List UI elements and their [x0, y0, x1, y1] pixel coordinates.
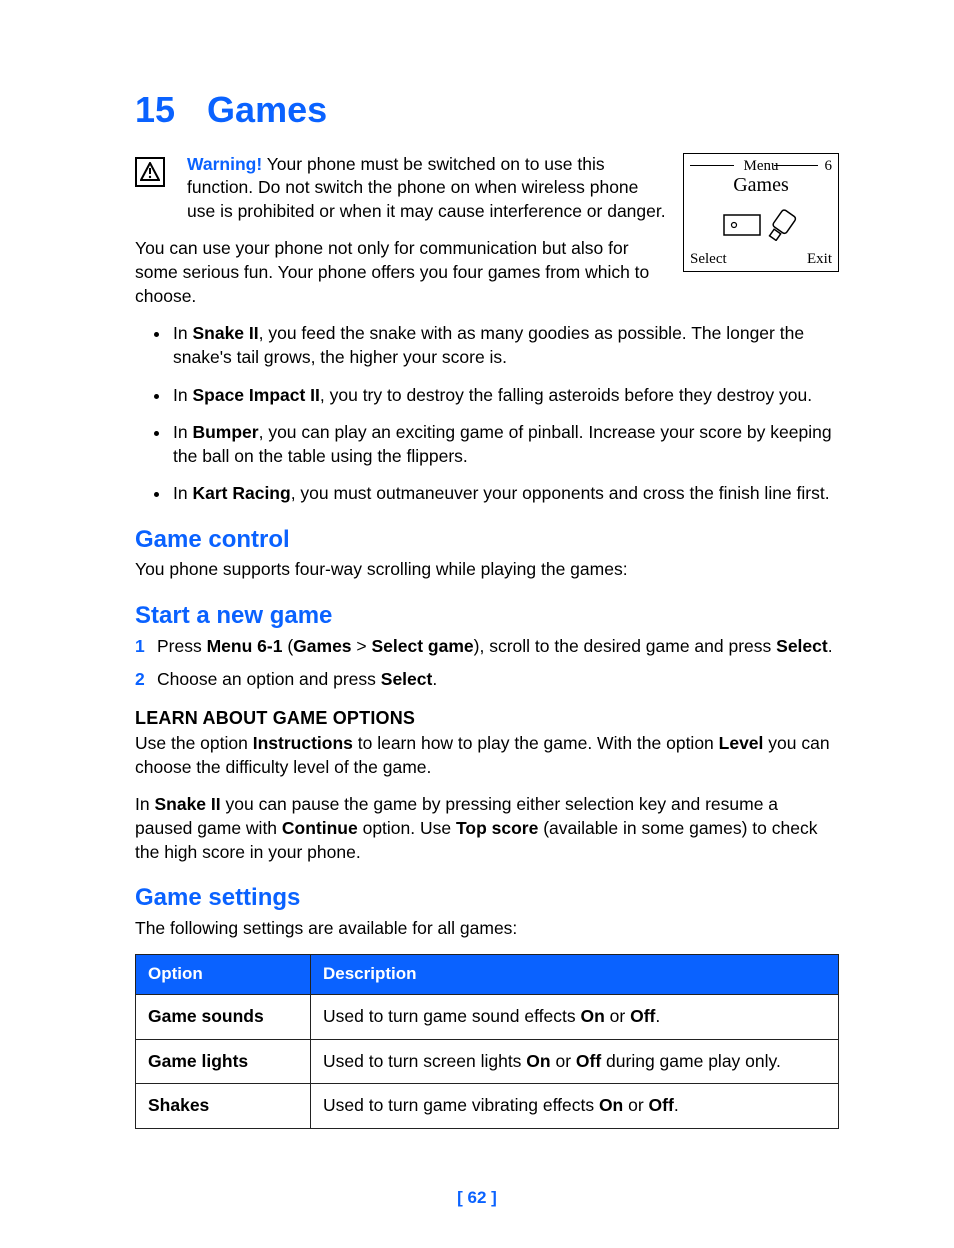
- list-item: In Snake II, you feed the snake with as …: [171, 322, 839, 369]
- list-item: 1 Press Menu 6-1 (Games > Select game), …: [135, 635, 839, 659]
- option-description: Used to turn game vibrating effects On o…: [311, 1084, 839, 1129]
- games-icon: [690, 205, 832, 241]
- table-header-description: Description: [311, 955, 839, 995]
- section-heading-start-game: Start a new game: [135, 600, 839, 632]
- warning-text: Warning! Your phone must be switched on …: [187, 153, 667, 224]
- list-item: In Bumper, you can play an exciting game…: [171, 421, 839, 468]
- warning-icon: [135, 157, 165, 187]
- list-item: In Space Impact II, you try to destroy t…: [171, 384, 839, 408]
- step-number: 1: [135, 635, 145, 659]
- start-game-steps: 1 Press Menu 6-1 (Games > Select game), …: [135, 635, 839, 692]
- chapter-title: Games: [207, 89, 327, 130]
- game-settings-intro: The following settings are available for…: [135, 917, 839, 941]
- table-row: Game sounds Used to turn game sound effe…: [136, 995, 839, 1040]
- phone-screen-illustration: Menu 6 Games Select Exit: [683, 153, 839, 272]
- option-description: Used to turn game sound effects On or Of…: [311, 995, 839, 1040]
- subsection-heading-learn-options: LEARN ABOUT GAME OPTIONS: [135, 706, 839, 730]
- chapter-heading: 15 Games: [135, 86, 839, 135]
- page-number: [ 62 ]: [0, 1187, 954, 1210]
- warning-label: Warning!: [187, 154, 262, 174]
- learn-options-p1: Use the option Instructions to learn how…: [135, 732, 839, 779]
- chapter-number: 15: [135, 89, 175, 130]
- table-row: Game lights Used to turn screen lights O…: [136, 1039, 839, 1084]
- option-name: Shakes: [136, 1084, 311, 1129]
- softkey-right: Exit: [807, 249, 832, 269]
- section-heading-game-control: Game control: [135, 524, 839, 556]
- option-name: Game sounds: [136, 995, 311, 1040]
- learn-options-p2: In Snake II you can pause the game by pr…: [135, 793, 839, 864]
- table-header-option: Option: [136, 955, 311, 995]
- game-settings-table: Option Description Game sounds Used to t…: [135, 954, 839, 1129]
- game-list: In Snake II, you feed the snake with as …: [135, 322, 839, 506]
- menu-line: Menu 6: [690, 158, 832, 170]
- menu-label: Menu: [744, 156, 779, 176]
- softkey-left: Select: [690, 249, 727, 269]
- list-item: In Kart Racing, you must outmaneuver you…: [171, 482, 839, 506]
- menu-number: 6: [825, 156, 833, 176]
- option-description: Used to turn screen lights On or Off dur…: [311, 1039, 839, 1084]
- game-control-text: You phone supports four-way scrolling wh…: [135, 558, 839, 582]
- option-name: Game lights: [136, 1039, 311, 1084]
- list-item: 2 Choose an option and press Select.: [135, 668, 839, 692]
- step-number: 2: [135, 668, 145, 692]
- section-heading-game-settings: Game settings: [135, 882, 839, 914]
- table-row: Shakes Used to turn game vibrating effec…: [136, 1084, 839, 1129]
